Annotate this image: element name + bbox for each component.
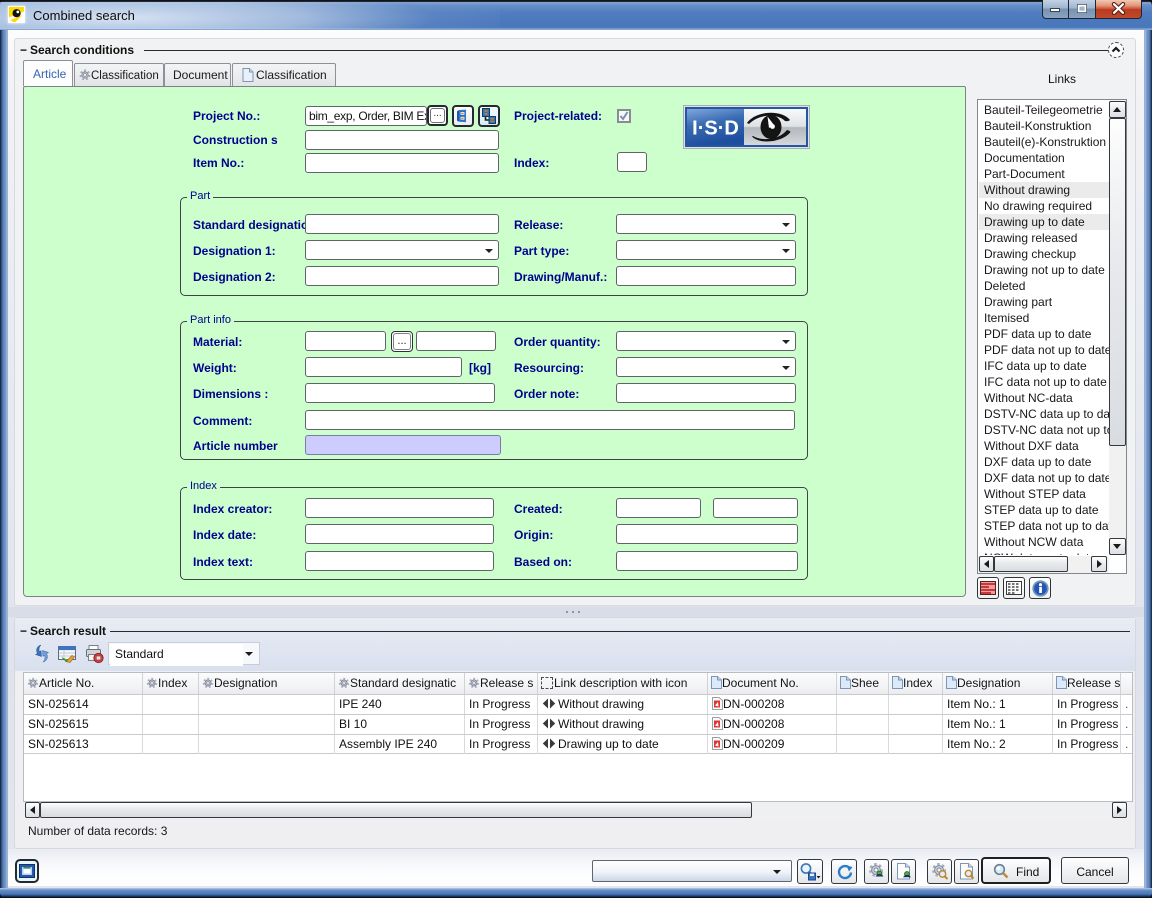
svg-text:I·S·D: I·S·D (692, 118, 739, 140)
